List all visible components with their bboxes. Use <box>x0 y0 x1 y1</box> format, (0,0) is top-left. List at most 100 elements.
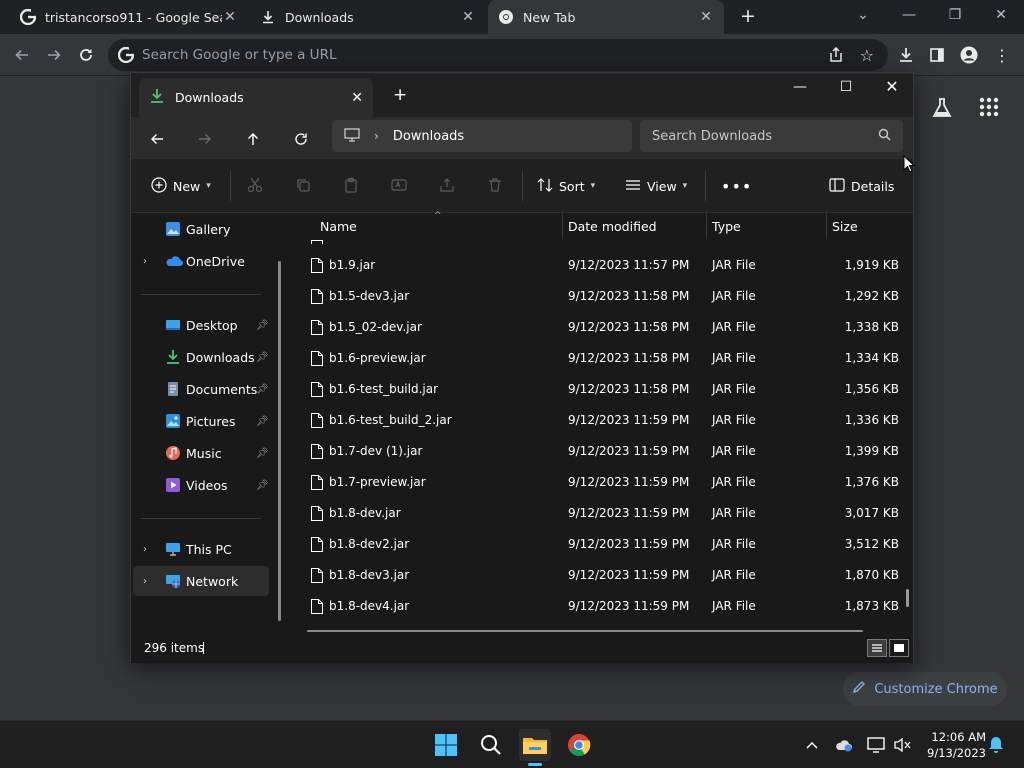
more-options-icon[interactable]: ••• <box>721 172 752 200</box>
sidebar-item-this-pc[interactable]: › This PC <box>133 534 269 564</box>
pin-icon[interactable]: 📌︎ <box>256 384 269 395</box>
column-header-date[interactable]: Date modified <box>568 219 657 234</box>
file-explorer-taskbar-icon[interactable] <box>519 729 551 761</box>
new-tab-button[interactable]: + <box>737 5 759 27</box>
tab-search-icon[interactable]: ⌄ <box>840 0 886 34</box>
maximize-icon[interactable]: ☐ <box>823 73 869 103</box>
table-row[interactable]: b1.8-dev4.jar 9/12/2023 11:59 PM JAR File 1… <box>289 591 901 622</box>
volume-muted-icon[interactable] <box>892 735 912 755</box>
forward-icon[interactable] <box>191 125 219 153</box>
table-row[interactable]: b1.6-preview.jar 9/12/2023 11:58 PM JAR Fi… <box>289 343 901 374</box>
pin-icon[interactable]: 📌︎ <box>256 352 269 363</box>
paste-button[interactable] <box>343 172 359 200</box>
sidebar-item-onedrive[interactable]: › OneDrive <box>133 246 269 276</box>
back-icon[interactable] <box>143 125 171 153</box>
column-header-size[interactable]: Size <box>832 219 858 234</box>
sidebar-item-desktop[interactable]: Desktop 📌︎ <box>133 310 269 340</box>
table-row[interactable]: b1.6-test_build.jar 9/12/2023 11:58 PM JAR… <box>289 374 901 405</box>
horizontal-scrollbar[interactable] <box>307 630 863 632</box>
explorer-tab-downloads[interactable]: Downloads ✕ <box>139 78 373 117</box>
omnibox[interactable]: Search Google or type a URL ☆ <box>108 39 888 71</box>
table-row[interactable]: b1.5_02-dev.jar 9/12/2023 11:58 PM JAR Fil… <box>289 312 901 343</box>
table-row[interactable]: b1.5-dev3.jar 9/12/2023 11:58 PM JAR File 1… <box>289 281 901 312</box>
search-icon[interactable] <box>475 729 507 761</box>
pin-icon[interactable]: 📌︎ <box>256 448 269 459</box>
cut-button[interactable] <box>247 172 263 200</box>
sort-button[interactable]: Sort ▾ <box>537 172 595 200</box>
customize-chrome-button[interactable]: Customize Chrome <box>843 672 1007 706</box>
back-icon[interactable] <box>9 42 35 68</box>
minimize-icon[interactable]: — <box>777 73 823 103</box>
profile-icon[interactable] <box>956 42 982 68</box>
column-header-type[interactable]: Type <box>712 219 741 234</box>
sidebar-item-videos[interactable]: Videos 📌︎ <box>133 470 269 500</box>
close-window-icon[interactable]: ✕ <box>869 73 915 103</box>
table-row[interactable]: b1.9.jar 9/12/2023 11:57 PM JAR File 1,919 … <box>289 250 901 281</box>
sidebar-item-documents[interactable]: Documents 📌︎ <box>133 374 269 404</box>
downloads-icon[interactable] <box>893 42 919 68</box>
table-row-partial[interactable] <box>289 236 901 244</box>
forward-icon[interactable] <box>41 42 67 68</box>
new-button[interactable]: New ▾ <box>151 172 211 200</box>
close-tab-icon[interactable]: ✕ <box>222 9 238 25</box>
table-row[interactable]: b1.8-dev.jar 9/12/2023 11:59 PM JAR File 3,… <box>289 498 901 529</box>
chevron-right-icon[interactable]: › <box>143 256 147 267</box>
chevron-right-icon[interactable]: › <box>143 544 147 555</box>
chrome-taskbar-icon[interactable] <box>563 729 595 761</box>
address-bar[interactable]: › Downloads <box>332 120 632 152</box>
restore-icon[interactable]: ❐ <box>932 0 978 34</box>
chrome-tab-google-search[interactable]: tristancorso911 - Google Search ✕ <box>10 0 248 34</box>
search-box[interactable]: Search Downloads <box>640 120 903 152</box>
bookmark-star-icon[interactable]: ☆ <box>860 46 874 65</box>
pin-icon[interactable]: 📌︎ <box>256 416 269 427</box>
chevron-right-icon[interactable]: › <box>143 576 147 587</box>
chevron-up-icon[interactable] <box>802 735 822 755</box>
side-panel-icon[interactable] <box>924 42 950 68</box>
reload-icon[interactable] <box>73 42 99 68</box>
sidebar-item-downloads[interactable]: Downloads 📌︎ <box>133 342 269 372</box>
share-icon[interactable] <box>828 46 844 66</box>
table-row[interactable]: b1.8-dev3.jar 9/12/2023 11:59 PM JAR File 1… <box>289 560 901 591</box>
navpane-scrollbar[interactable] <box>278 261 281 621</box>
tiles-view-button[interactable] <box>889 639 909 657</box>
sidebar-item-pictures[interactable]: Pictures 📌︎ <box>133 406 269 436</box>
view-button[interactable]: View ▾ <box>625 172 687 200</box>
google-apps-icon[interactable] <box>978 96 1004 122</box>
share-button[interactable] <box>439 172 455 200</box>
copy-button[interactable] <box>295 172 311 200</box>
system-clock[interactable]: 12:06 AM 9/13/2023 <box>920 729 986 761</box>
onedrive-cloud-icon[interactable] <box>834 735 854 755</box>
sidebar-item-music[interactable]: Music 📌︎ <box>133 438 269 468</box>
sidebar-item-gallery[interactable]: Gallery <box>133 214 269 244</box>
up-icon[interactable] <box>239 125 267 153</box>
column-header-name[interactable]: Name <box>320 219 357 234</box>
table-row[interactable]: b1.8-dev2.jar 9/12/2023 11:59 PM JAR File 3… <box>289 529 901 560</box>
minimize-icon[interactable]: — <box>886 0 932 34</box>
notification-bell-icon[interactable] <box>986 735 1006 755</box>
table-row[interactable]: b1.7-preview.jar 9/12/2023 11:59 PM JAR Fi… <box>289 467 901 498</box>
details-view-button[interactable] <box>867 639 887 657</box>
chevron-right-icon[interactable]: › <box>374 129 379 143</box>
chrome-tab-downloads[interactable]: Downloads ✕ <box>250 0 486 34</box>
details-button[interactable]: Details <box>829 172 894 200</box>
breadcrumb[interactable]: Downloads <box>393 129 464 144</box>
table-row[interactable]: b1.7-dev (1).jar 9/12/2023 11:59 PM JAR Fi… <box>289 436 901 467</box>
table-row[interactable]: b1.6-test_build_2.jar 9/12/2023 11:59 PM J… <box>289 405 901 436</box>
windows-start-icon[interactable] <box>430 729 462 761</box>
close-tab-icon[interactable]: ✕ <box>351 90 363 106</box>
close-window-icon[interactable]: ✕ <box>978 0 1024 34</box>
pin-icon[interactable]: 📌︎ <box>256 320 269 331</box>
close-tab-icon[interactable]: ✕ <box>698 9 714 25</box>
refresh-icon[interactable] <box>287 125 315 153</box>
rename-button[interactable] <box>391 172 407 200</box>
chrome-tab-new-tab[interactable]: New Tab ✕ <box>488 0 724 34</box>
chrome-menu-icon[interactable]: ⋮ <box>989 42 1015 68</box>
sidebar-item-network[interactable]: › Network <box>133 566 269 596</box>
new-explorer-tab-button[interactable]: + <box>393 85 407 105</box>
close-tab-icon[interactable]: ✕ <box>460 9 476 25</box>
delete-button[interactable] <box>487 172 503 200</box>
vertical-scrollbar[interactable] <box>906 589 909 607</box>
display-icon[interactable] <box>866 735 886 755</box>
pin-icon[interactable]: 📌︎ <box>256 480 269 491</box>
labs-flask-icon[interactable] <box>930 96 956 122</box>
